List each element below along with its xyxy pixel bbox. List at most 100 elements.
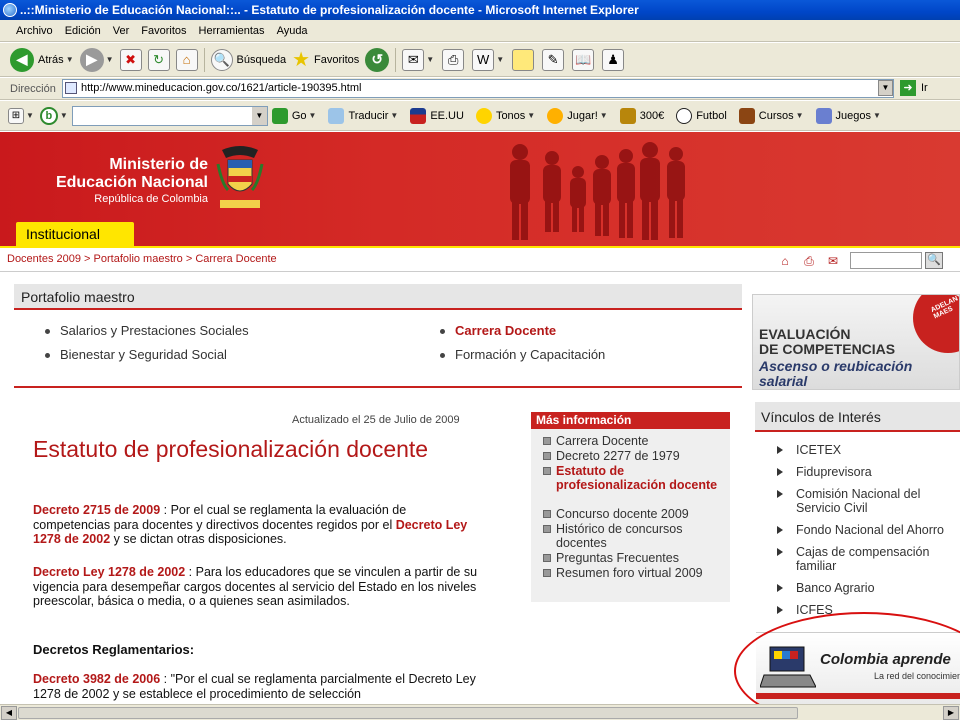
toolbar-search-input[interactable]: ▼ [71, 105, 268, 126]
arrow-right-icon [777, 584, 783, 592]
mail-icon[interactable]: ✉ [826, 254, 840, 268]
people-silhouettes-image [510, 142, 685, 240]
window-title: ..::Ministerio de Educación Nacional::..… [20, 3, 639, 17]
forward-arrow-icon: ▶ [79, 47, 104, 72]
address-dropdown-icon[interactable]: ▼ [878, 80, 893, 96]
menu-ver[interactable]: Ver [113, 25, 130, 37]
games-button[interactable]: Juegos ▼ [815, 107, 881, 124]
go-label: Ir [921, 82, 928, 94]
mas-info-item[interactable]: Preguntas Frecuentes [543, 551, 728, 565]
scroll-right-icon[interactable]: ▶ [943, 706, 959, 720]
portafolio-title: Portafolio maestro [14, 284, 742, 310]
translate-label: Traducir [348, 109, 389, 122]
portafolio-item-formacion[interactable]: Formación y Capacitación [440, 347, 605, 362]
menu-favoritos[interactable]: Favoritos [141, 25, 186, 37]
note-icon[interactable] [512, 48, 535, 71]
courses-button[interactable]: Cursos ▼ [738, 107, 804, 124]
link-decreto-ley-1278[interactable]: Decreto Ley 1278 de 2002 [33, 565, 185, 579]
mas-info-item[interactable]: Concurso docente 2009 [543, 507, 728, 521]
go-button[interactable]: ➜ Ir [900, 80, 928, 96]
page-tools: ⌂ ⎙ ✉ 🔍 [778, 252, 943, 269]
money-button[interactable]: 300€ [619, 107, 664, 124]
breadcrumb-text[interactable]: Docentes 2009 > Portafolio maestro > Car… [7, 253, 277, 265]
home-icon[interactable]: ⌂ [175, 48, 198, 71]
tones-label: Tonos [495, 109, 526, 122]
messenger-icon[interactable]: ✎ [542, 48, 565, 71]
menu-herramientas[interactable]: Herramientas [199, 25, 265, 37]
games-label: Juegos [835, 109, 872, 122]
contacts-icon[interactable]: ♟ [602, 48, 625, 71]
favorites-label: Favoritos [314, 53, 360, 66]
go-arrow-icon: ➜ [900, 80, 916, 96]
menu-ayuda[interactable]: Ayuda [277, 25, 308, 37]
portafolio-item-carrera[interactable]: Carrera Docente [440, 323, 556, 338]
mas-info-item-active[interactable]: Estatuto de profesionalización docente [543, 464, 728, 492]
print-icon[interactable]: ⎙ [802, 254, 816, 268]
mas-info-item[interactable]: Resumen foro virtual 2009 [543, 566, 728, 580]
vinculo-item[interactable]: Cajas de compensación familiar [777, 545, 960, 573]
vinculo-item[interactable]: Banco Agrario [777, 581, 960, 595]
vinculo-item[interactable]: Fiduprevisora [777, 465, 960, 479]
portafolio-item-salarios[interactable]: Salarios y Prestaciones Sociales [45, 323, 249, 338]
scroll-left-icon[interactable]: ◀ [1, 706, 17, 720]
mas-informacion-box: Más información Carrera Docente Decreto … [531, 412, 730, 602]
mas-info-item[interactable]: Histórico de concursos docentes [543, 522, 728, 550]
search-button[interactable]: 🔍 Búsqueda [210, 48, 287, 71]
search-icon: 🔍 [210, 48, 233, 71]
home-icon[interactable]: ⌂ [778, 254, 792, 268]
usa-button[interactable]: EE.UU [410, 107, 464, 124]
mas-info-item[interactable]: Decreto 2277 de 1979 [543, 449, 728, 463]
refresh-icon[interactable]: ↻ [147, 48, 170, 71]
toolbar-go-button[interactable]: Go ▼ [271, 107, 316, 124]
address-input[interactable]: http://www.mineducacion.gov.co/1621/arti… [62, 79, 894, 98]
us-flag-icon [410, 107, 427, 124]
vinculo-item[interactable]: ICETEX [777, 443, 960, 457]
chevron-down-icon[interactable]: ▼ [66, 55, 74, 64]
history-icon[interactable]: ↺ [365, 47, 390, 72]
print-icon[interactable]: ⎙ [442, 48, 465, 71]
bullet-icon [543, 452, 551, 460]
play-button[interactable]: Jugar! ▼ [547, 107, 608, 124]
menu-edicion[interactable]: Edición [65, 25, 101, 37]
link-decreto-2715[interactable]: Decreto 2715 de 2009 [33, 503, 160, 517]
research-icon[interactable]: 📖 [572, 48, 595, 71]
search-label: Búsqueda [236, 53, 287, 66]
arrow-right-icon [777, 468, 783, 476]
menu-archivo[interactable]: Archivo [16, 25, 53, 37]
toolbar-options-icon[interactable]: ⊞ [8, 107, 24, 124]
site-search-input[interactable] [850, 252, 922, 269]
tones-button[interactable]: Tonos ▼ [475, 107, 535, 124]
link-decreto-3982[interactable]: Decreto 3982 de 2006 [33, 672, 160, 686]
ministry-logo-text[interactable]: Ministerio de Educación Nacional Repúbli… [30, 156, 208, 206]
chevron-down-icon[interactable]: ▼ [106, 55, 114, 64]
scroll-thumb[interactable] [18, 707, 798, 719]
forward-button[interactable]: ▶ ▼ [79, 47, 114, 72]
favorites-button[interactable]: ★ Favoritos [292, 47, 359, 72]
translate-button[interactable]: Traducir ▼ [328, 107, 398, 124]
horizontal-scrollbar[interactable]: ◀ ▶ [0, 704, 960, 720]
go-arrow-icon [271, 107, 288, 124]
chevron-down-icon[interactable]: ▼ [251, 106, 267, 125]
back-button[interactable]: ◀ Atrás ▼ [10, 47, 74, 72]
football-button[interactable]: Futbol [676, 107, 727, 124]
links-toolbar: ⊞ ▼ b ▼ ▼ Go ▼ Traducir ▼ EE.UU Tonos ▼ … [0, 101, 960, 131]
site-search-button[interactable]: 🔍 [925, 252, 943, 269]
ministry-line1: Ministerio de [109, 156, 208, 173]
smiley-icon [475, 107, 492, 124]
address-bar: Dirección http://www.mineducacion.gov.co… [0, 78, 960, 100]
portafolio-item-bienestar[interactable]: Bienestar y Seguridad Social [45, 347, 227, 362]
b-logo-icon[interactable]: b [39, 106, 58, 125]
evaluacion-banner[interactable]: ADELANTE MAES EVALUACIÓN DE COMPETENCIAS… [752, 294, 960, 390]
mas-info-item[interactable]: Carrera Docente [543, 434, 728, 448]
tab-institucional[interactable]: Institucional [16, 222, 134, 246]
bullet-icon [45, 353, 50, 359]
vinculo-item[interactable]: Comisión Nacional del Servicio Civil [777, 487, 960, 515]
vinculo-item[interactable]: Fondo Nacional del Ahorro [777, 523, 960, 537]
paragraph-decreto-3982: Decreto 3982 de 2006 : "Por el cual se r… [33, 672, 476, 701]
gamepad-icon [815, 107, 832, 124]
mail-icon[interactable]: ✉ [402, 48, 425, 71]
arrow-right-icon [777, 548, 783, 556]
edit-icon[interactable]: W [472, 48, 495, 71]
stop-icon[interactable]: ✖ [119, 48, 142, 71]
eval-title: EVALUACIÓN DE COMPETENCIAS [759, 326, 896, 357]
